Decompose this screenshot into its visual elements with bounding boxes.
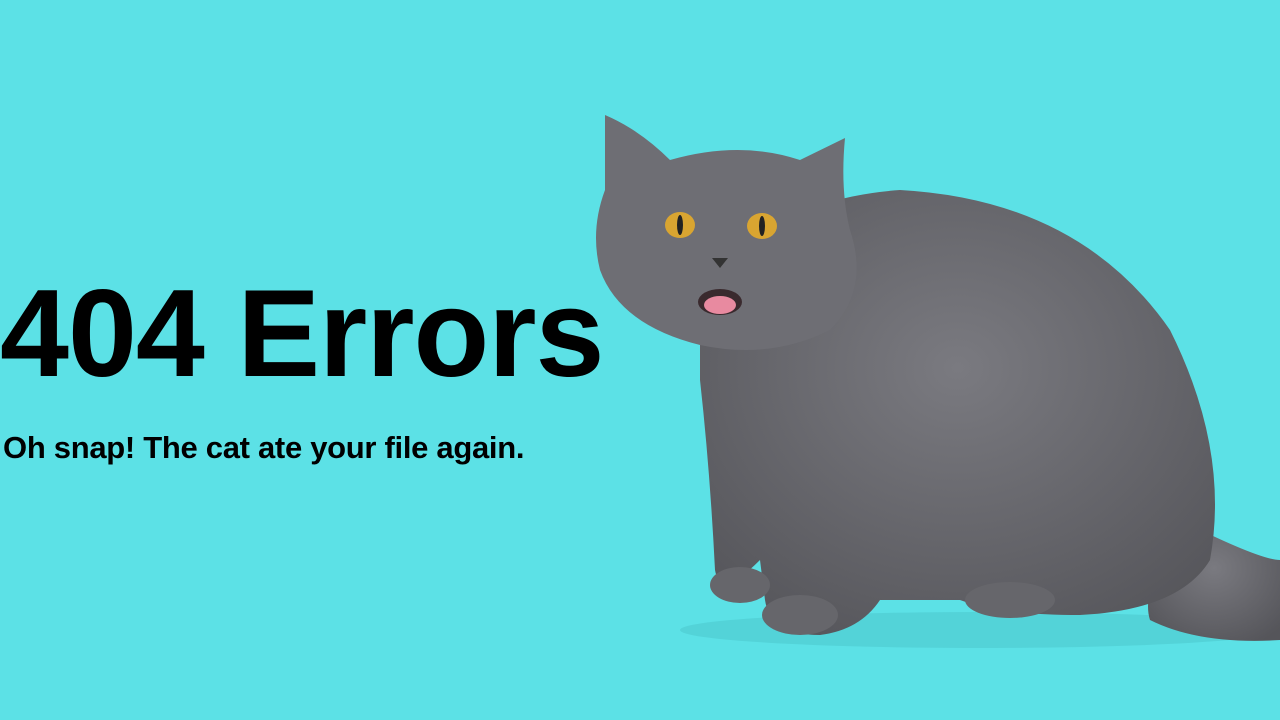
- cat-head: [596, 115, 857, 350]
- cat-front-paw: [762, 595, 838, 635]
- cat-tongue: [704, 296, 736, 314]
- error-message: Oh snap! The cat ate your file again.: [3, 430, 525, 465]
- cat-front-paw: [710, 567, 770, 603]
- cat-photo: [596, 115, 1280, 648]
- cat-back-paw: [965, 582, 1055, 618]
- error-heading: 404 Errors: [0, 265, 605, 403]
